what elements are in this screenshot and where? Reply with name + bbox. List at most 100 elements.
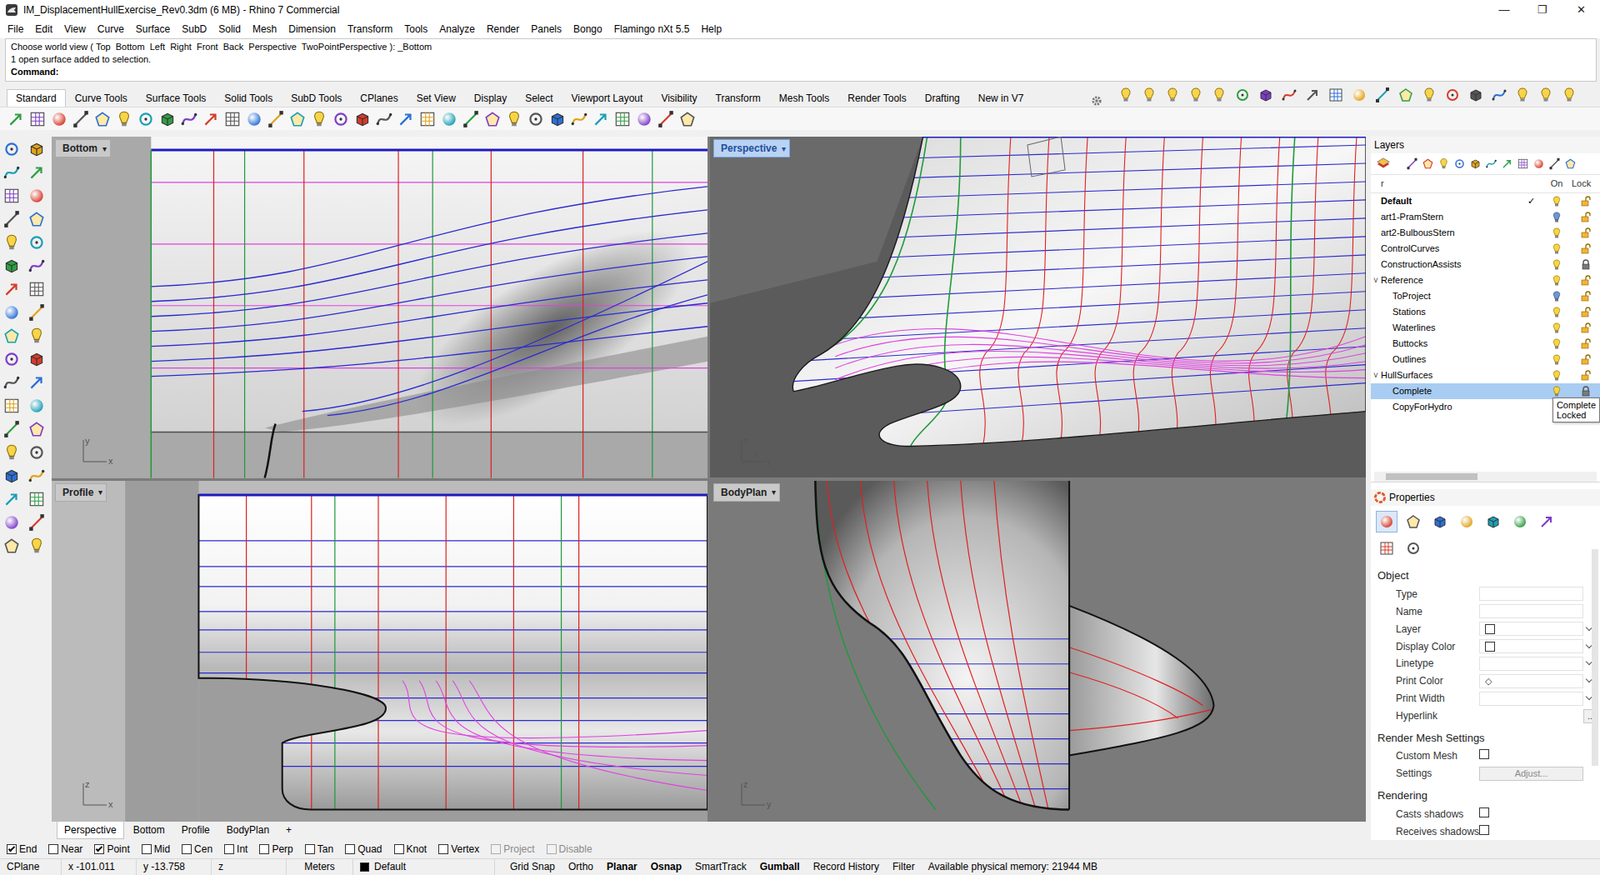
bulb-tool-icon[interactable] (2, 443, 21, 462)
layer-lock-cell[interactable] (1571, 354, 1600, 365)
layer-lock-cell[interactable] (1571, 385, 1600, 397)
layer-on-cell[interactable] (1541, 290, 1572, 303)
osnap-checkbox[interactable] (181, 844, 192, 855)
lightbulb-off-icon[interactable] (1551, 290, 1562, 303)
viewport-title[interactable]: Bottom (62, 140, 98, 156)
polygon-tool-icon[interactable] (27, 210, 46, 229)
curve-tool-icon[interactable] (570, 110, 589, 129)
material-tab-icon[interactable] (1405, 513, 1422, 530)
box-tool-icon[interactable] (1467, 86, 1485, 104)
grid-tool-icon[interactable] (27, 280, 46, 299)
osnap-checkbox[interactable] (48, 844, 59, 855)
curve-tool-icon[interactable] (375, 110, 394, 129)
lightbulb-on-icon[interactable] (1551, 385, 1562, 398)
layer-name[interactable]: HullSurfaces (1380, 368, 1520, 383)
lightbulb-on-icon[interactable] (1551, 259, 1562, 271)
grid-tool-icon[interactable] (2, 396, 21, 415)
circle-tool-icon[interactable] (331, 110, 350, 129)
padlock-closed-icon[interactable] (1580, 259, 1591, 270)
curve-tool-icon[interactable] (27, 256, 46, 275)
box-tool-icon[interactable] (27, 350, 46, 369)
close-button[interactable]: ✕ (1561, 0, 1600, 20)
viewport-label[interactable]: Profile▾ (55, 483, 107, 502)
property-value-cell[interactable] (1479, 621, 1584, 636)
layer-row[interactable]: art2-BulbousStern (1370, 225, 1600, 241)
osnap-checkbox[interactable] (305, 844, 315, 855)
box-tool-icon[interactable] (2, 256, 21, 275)
current-layer-name[interactable]: Default (374, 859, 406, 875)
lightbulb-on-icon[interactable] (1551, 275, 1562, 287)
padlock-open-icon[interactable] (1580, 227, 1591, 239)
osnap-checkbox[interactable] (94, 844, 105, 855)
vertical-scrollbar[interactable] (1591, 549, 1599, 766)
checkbox[interactable] (1479, 807, 1490, 818)
viewport-tab[interactable]: Profile (174, 821, 218, 840)
viewport-menu-arrow[interactable]: ▾ (102, 142, 107, 155)
properties-tab[interactable] (1402, 537, 1425, 560)
toolbar-tab[interactable]: Display (465, 89, 516, 107)
osnap-checkbox[interactable] (141, 844, 152, 855)
properties-tab[interactable] (1509, 510, 1531, 533)
osnap-option[interactable]: Vertex (438, 841, 480, 857)
layer-lock-cell[interactable] (1571, 243, 1600, 255)
sphere-tool-icon[interactable] (50, 110, 69, 129)
property-value-cell[interactable] (1479, 691, 1584, 706)
menu-item[interactable]: Transform (341, 20, 399, 39)
toolbar-tab[interactable]: SubD Tools (281, 89, 351, 107)
property-field[interactable] (1479, 604, 1584, 619)
menu-item[interactable]: Edit (29, 20, 59, 39)
menu-item[interactable]: Analyze (433, 20, 481, 39)
menu-item[interactable]: View (58, 20, 92, 39)
osnap-option[interactable]: Quad (345, 841, 382, 857)
menu-item[interactable]: Bongo (567, 20, 609, 39)
layer-name[interactable]: art1-PramStern (1380, 210, 1520, 225)
box-tool-icon[interactable] (2, 466, 21, 485)
line-tool-icon[interactable] (1405, 157, 1419, 170)
layer-on-cell[interactable] (1541, 322, 1572, 335)
scrollbar-thumb[interactable] (1385, 473, 1478, 480)
status-toggle[interactable]: Grid Snap (503, 859, 562, 875)
status-toggle[interactable]: Gumball (753, 859, 807, 875)
menu-item[interactable]: File (1, 20, 30, 39)
grid-tool-icon[interactable] (613, 110, 632, 129)
box-tool-icon[interactable] (27, 140, 46, 159)
bulb-tool-icon[interactable] (1164, 86, 1181, 104)
polygon-tool-icon[interactable] (2, 326, 21, 345)
sphere-tool-icon[interactable] (2, 513, 21, 532)
box-tool-icon[interactable] (158, 110, 177, 129)
viewport[interactable]: Perspective▾zyx (710, 136, 1366, 479)
curve-tool-icon[interactable] (27, 466, 46, 485)
restore-button[interactable]: ❐ (1523, 0, 1562, 20)
polygon-tool-icon[interactable] (2, 536, 21, 555)
viewport-label[interactable]: Bottom ▾ (55, 139, 111, 158)
viewport-label[interactable]: BodyPlan▾ (713, 483, 780, 502)
sphere-tool-icon[interactable] (440, 110, 459, 129)
box-tool-icon[interactable] (1469, 157, 1482, 170)
layers-on-column[interactable]: On (1541, 176, 1572, 191)
bulb-tool-icon[interactable] (27, 536, 46, 555)
grid-tool-icon[interactable] (418, 110, 437, 129)
sphere-tool-icon[interactable] (27, 186, 46, 205)
circle-tool-icon[interactable] (1453, 157, 1466, 170)
property-dropdown[interactable]: ◇ (1479, 674, 1584, 689)
grid-tool-icon[interactable] (2, 186, 21, 205)
lightbulb-on-icon[interactable] (1551, 338, 1562, 350)
toolbar-tab[interactable]: Set View (407, 89, 465, 107)
osnap-checkbox[interactable] (394, 844, 405, 855)
layer-name[interactable]: ControlCurves (1380, 241, 1520, 256)
property-field[interactable] (1479, 639, 1584, 654)
bulb-tool-icon[interactable] (1420, 86, 1438, 104)
status-toggle[interactable]: Filter (885, 859, 922, 875)
viewport-menu-arrow[interactable]: ▾ (771, 485, 776, 499)
osnap-option[interactable]: Int (224, 841, 248, 857)
padlock-open-icon[interactable] (1580, 338, 1591, 350)
property-dropdown[interactable] (1479, 691, 1584, 706)
menu-item[interactable]: Tools (398, 20, 434, 39)
layer-row[interactable]: CompleteCompleteLocked (1370, 383, 1600, 400)
property-dropdown[interactable] (1479, 656, 1584, 671)
render-tab-icon[interactable] (1485, 513, 1502, 530)
sphere-tool-icon[interactable] (2, 303, 21, 322)
layer-row[interactable]: art1-PramStern (1370, 209, 1600, 225)
bulb-tool-icon[interactable] (1560, 86, 1578, 104)
circle-tool-icon[interactable] (27, 233, 46, 252)
